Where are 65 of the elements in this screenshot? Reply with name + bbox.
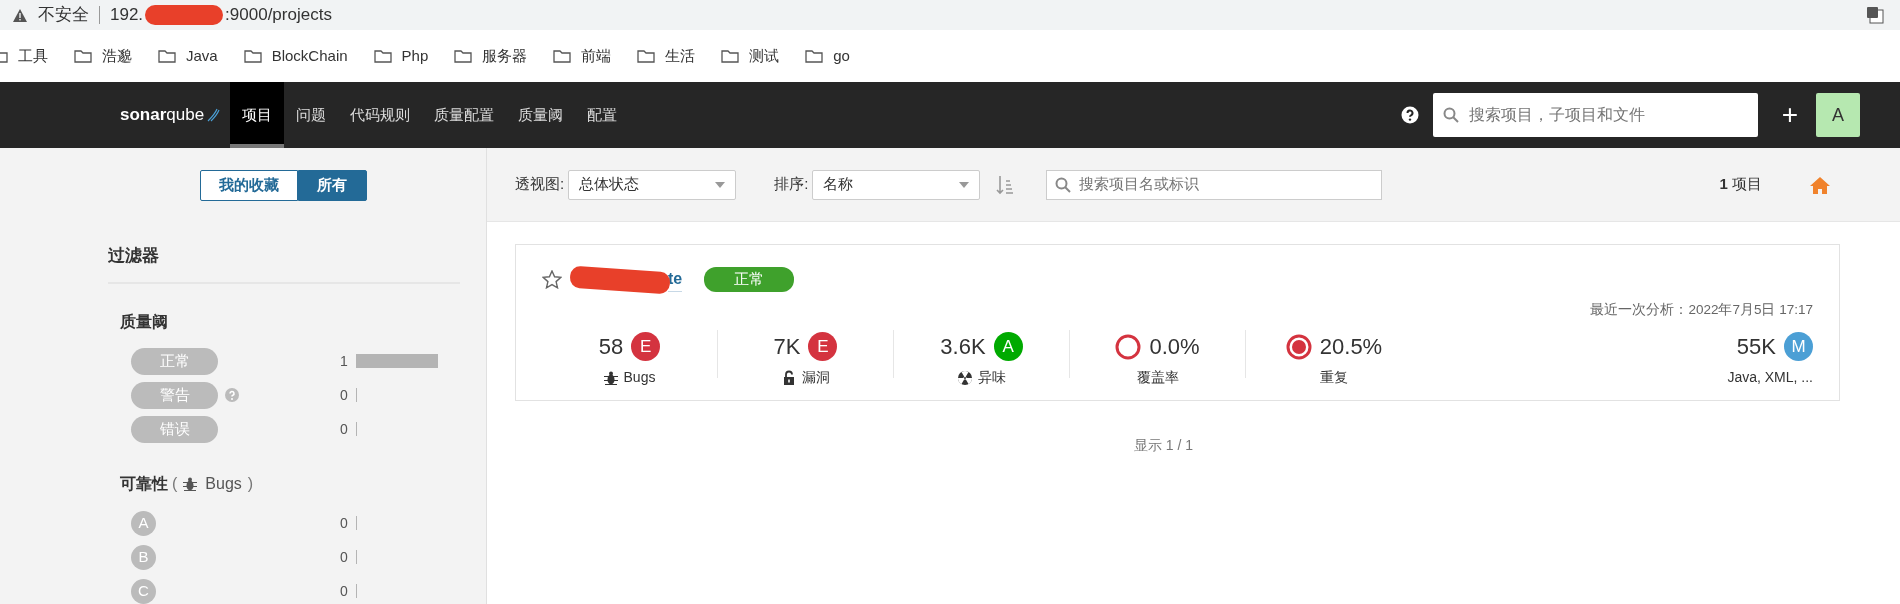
measure-label: Java, XML, ... (1727, 368, 1813, 388)
project-name-link[interactable]: te (668, 267, 683, 292)
measure-value: 0.0% (1149, 333, 1200, 362)
facet-title: 质量阈 (120, 312, 168, 332)
nav-tab[interactable]: 配置 (575, 82, 630, 148)
filters-heading: 过滤器 (108, 242, 460, 284)
measure-label: 覆盖率 (1136, 368, 1179, 388)
nav-tab[interactable]: 代码规则 (338, 82, 423, 148)
nav-tab[interactable]: 项目 (230, 82, 285, 148)
rating-badge: E (808, 332, 838, 362)
bracket: ) (247, 474, 254, 494)
sort-select[interactable]: 名称 (812, 169, 981, 200)
bookmark[interactable]: BlockChain (243, 44, 348, 68)
rating-badge: A (993, 332, 1023, 362)
last-analysis-text: 最近一次分析：2022年7月5日 17:17 (1589, 301, 1813, 319)
bookmark[interactable]: 生活 (637, 44, 696, 68)
measure-label: 漏洞 (801, 368, 830, 388)
search-input[interactable]: 搜索项目，子项目和文件 (1466, 102, 1748, 128)
measure-value: 20.5% (1319, 333, 1383, 362)
rating-badge: E (631, 332, 661, 362)
filter-toggle[interactable]: 我的收藏 (200, 170, 298, 201)
project-count: 1 项目 (1719, 174, 1762, 195)
measure-value: 55K (1736, 333, 1776, 362)
avatar[interactable]: A (1816, 93, 1860, 137)
search-field[interactable]: 搜索项目名或标识 (1046, 169, 1383, 200)
url-text: 192. (110, 4, 144, 27)
facet-count: 0 (340, 547, 349, 567)
measure-value: 58 (598, 333, 624, 362)
nav-tab[interactable]: 问题 (284, 82, 339, 148)
bookmark[interactable]: Php (373, 44, 429, 68)
security-label: 不安全 (38, 4, 89, 27)
perspective-select[interactable]: 总体状态 (568, 169, 737, 200)
measure-value: 7K (773, 333, 801, 362)
facet-subtitle: Bugs (205, 474, 242, 494)
bookmark[interactable]: 工具 (0, 44, 48, 68)
bookmark[interactable]: 前端 (553, 44, 612, 68)
measure-label: Bugs (623, 368, 656, 388)
measure-label: 重复 (1320, 368, 1348, 388)
bookmark[interactable]: Java (158, 44, 218, 68)
status-badge: 正常 (704, 267, 795, 292)
search-input[interactable]: 搜索项目名或标识 (1077, 172, 1374, 197)
sort-label: 排序: (774, 174, 809, 195)
nav-tab[interactable]: 质量阈 (506, 82, 576, 148)
bracket: ( (172, 474, 178, 494)
filter-toggle[interactable]: 所有 (297, 170, 367, 201)
facet-title: 可靠性 (120, 474, 168, 494)
facet-count: 0 (340, 419, 349, 439)
measure-label: 异味 (977, 368, 1006, 388)
pagination-text: 显示 1 / 1 (1132, 436, 1195, 456)
logo[interactable]: sonarqube (120, 82, 221, 148)
facet-count: 0 (340, 385, 349, 405)
bookmark[interactable]: 浩邈 (74, 44, 132, 68)
url-text: :9000/projects (225, 4, 332, 27)
facet-count: 1 (340, 351, 349, 371)
bookmark[interactable]: go (805, 44, 850, 68)
bookmark[interactable]: 测试 (721, 44, 780, 68)
facet-count: 0 (340, 513, 349, 533)
add-button[interactable]: + (1777, 94, 1802, 136)
facet-count: 0 (340, 581, 349, 601)
search-field[interactable]: 搜索项目，子项目和文件 (1432, 93, 1758, 137)
measure-value: 3.6K (940, 333, 986, 362)
nav-tab[interactable]: 质量配置 (422, 82, 507, 148)
perspective-label: 透视图: (515, 174, 565, 195)
bookmark[interactable]: 服务器 (454, 44, 528, 68)
rating-badge: M (1784, 332, 1813, 362)
